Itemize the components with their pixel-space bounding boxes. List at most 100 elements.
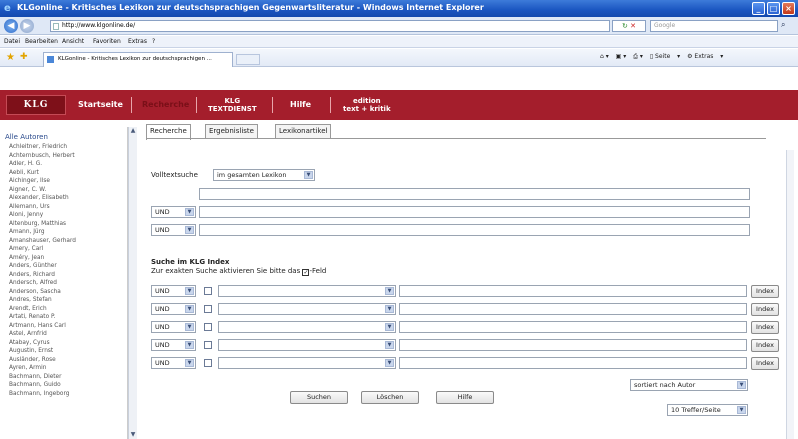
- author-item[interactable]: Adler, H. G.: [9, 160, 119, 169]
- operator-select[interactable]: UND ▼: [151, 339, 196, 351]
- extras-menu[interactable]: ⚙ Extras ▾: [687, 53, 723, 60]
- index-field-select[interactable]: ▼: [218, 321, 396, 333]
- nav-startseite[interactable]: Startseite: [78, 90, 123, 120]
- index-button[interactable]: Index: [751, 303, 779, 316]
- search-icon[interactable]: ⌕: [781, 20, 785, 30]
- feeds-icon[interactable]: ▣ ▾: [616, 53, 627, 60]
- index-field-select[interactable]: ▼: [218, 357, 396, 369]
- author-item[interactable]: Aloni, Jenny: [9, 211, 119, 220]
- author-item[interactable]: Améry, Jean: [9, 254, 119, 263]
- nav-textdienst[interactable]: KLG TEXTDIENST: [208, 90, 257, 120]
- index-button[interactable]: Index: [751, 285, 779, 298]
- author-item[interactable]: Ausländer, Rose: [9, 356, 119, 365]
- author-item[interactable]: Ayren, Armin: [9, 364, 119, 373]
- author-item[interactable]: Atabay, Cyrus: [9, 339, 119, 348]
- author-list-scrollbar[interactable]: ▲ ▼: [128, 127, 137, 439]
- operator-select[interactable]: UND ▼: [151, 224, 196, 236]
- index-button[interactable]: Index: [751, 357, 779, 370]
- author-item[interactable]: Aebli, Kurt: [9, 169, 119, 178]
- address-input[interactable]: http://www.klgonline.de/: [50, 20, 610, 32]
- author-item[interactable]: Anders, Richard: [9, 271, 119, 280]
- refresh-icon[interactable]: ↻: [622, 22, 628, 30]
- exact-checkbox[interactable]: [204, 305, 212, 313]
- tab-ergebnisliste[interactable]: Ergebnisliste: [205, 124, 258, 139]
- operator-select[interactable]: UND ▼: [151, 321, 196, 333]
- menu-bearbeiten[interactable]: Bearbeiten: [25, 38, 58, 45]
- index-term-input[interactable]: [399, 321, 747, 333]
- add-favorite-icon[interactable]: ✚: [20, 52, 28, 62]
- author-item[interactable]: Allemann, Urs: [9, 203, 119, 212]
- author-item[interactable]: Artati, Renato P.: [9, 313, 119, 322]
- nav-edition[interactable]: edition text + kritik: [343, 90, 391, 120]
- nav-hilfe[interactable]: Hilfe: [290, 90, 311, 120]
- back-button[interactable]: ◀: [4, 19, 18, 33]
- author-item[interactable]: Arendt, Erich: [9, 305, 119, 314]
- author-item[interactable]: Amery, Carl: [9, 245, 119, 254]
- home-icon[interactable]: ⌂ ▾: [600, 53, 609, 60]
- volltext-input-1[interactable]: [199, 188, 750, 200]
- clear-button[interactable]: Löschen: [361, 391, 419, 404]
- volltext-scope-select[interactable]: im gesamten Lexikon ▼: [213, 169, 315, 181]
- index-field-select[interactable]: ▼: [218, 339, 396, 351]
- scroll-up-icon[interactable]: ▲: [129, 127, 137, 135]
- search-input[interactable]: Google: [650, 20, 778, 32]
- author-item[interactable]: Bachmann, Dieter: [9, 373, 119, 382]
- menu-help[interactable]: ?: [152, 38, 155, 45]
- index-button[interactable]: Index: [751, 321, 779, 334]
- index-field-select[interactable]: ▼: [218, 303, 396, 315]
- search-button[interactable]: Suchen: [290, 391, 348, 404]
- tab-lexikonartikel[interactable]: Lexikonartikel: [275, 124, 332, 139]
- minimize-button[interactable]: _: [752, 2, 765, 15]
- close-window-button[interactable]: ×: [782, 2, 795, 15]
- scroll-down-icon[interactable]: ▼: [129, 431, 137, 439]
- stop-icon[interactable]: ✕: [630, 22, 636, 30]
- menu-datei[interactable]: Datei: [4, 38, 20, 45]
- author-item[interactable]: Amanshauser, Gerhard: [9, 237, 119, 246]
- operator-select[interactable]: UND ▼: [151, 303, 196, 315]
- operator-select[interactable]: UND ▼: [151, 285, 196, 297]
- author-item[interactable]: Bachmann, Guido: [9, 381, 119, 390]
- nav-recherche[interactable]: Recherche: [142, 90, 189, 120]
- author-item[interactable]: Altenburg, Matthias: [9, 220, 119, 229]
- exact-checkbox[interactable]: [204, 287, 212, 295]
- author-item[interactable]: Alexander, Elisabeth: [9, 194, 119, 203]
- author-item[interactable]: Andersch, Alfred: [9, 279, 119, 288]
- per-page-select[interactable]: 10 Treffer/Seite ▼: [667, 404, 748, 416]
- author-item[interactable]: Augustin, Ernst: [9, 347, 119, 356]
- author-item[interactable]: Bachmann, Ingeborg: [9, 390, 119, 399]
- author-item[interactable]: Achternbusch, Herbert: [9, 152, 119, 161]
- author-item[interactable]: Anders, Günther: [9, 262, 119, 271]
- help-button[interactable]: Hilfe: [436, 391, 494, 404]
- favorites-star-icon[interactable]: ★: [6, 52, 15, 63]
- klg-logo[interactable]: KLG: [6, 95, 66, 115]
- operator-select[interactable]: UND ▼: [151, 357, 196, 369]
- author-item[interactable]: Aigner, C. W.: [9, 186, 119, 195]
- all-authors-link[interactable]: Alle Autoren: [5, 133, 48, 141]
- browser-tab[interactable]: KLGonline - Kritisches Lexikon zur deuts…: [43, 52, 233, 67]
- maximize-button[interactable]: □: [767, 2, 780, 15]
- author-item[interactable]: Amann, Jürg: [9, 228, 119, 237]
- author-item[interactable]: Anderson, Sascha: [9, 288, 119, 297]
- author-item[interactable]: Artmann, Hans Carl: [9, 322, 119, 331]
- volltext-input-2[interactable]: [199, 206, 750, 218]
- index-button[interactable]: Index: [751, 339, 779, 352]
- page-menu[interactable]: ▯ Seite ▾: [650, 53, 680, 60]
- index-field-select[interactable]: ▼: [218, 285, 396, 297]
- menu-favoriten[interactable]: Favoriten: [93, 38, 121, 45]
- volltext-input-3[interactable]: [199, 224, 750, 236]
- index-term-input[interactable]: [399, 357, 747, 369]
- operator-select[interactable]: UND ▼: [151, 206, 196, 218]
- author-item[interactable]: Aichinger, Ilse: [9, 177, 119, 186]
- sort-select[interactable]: sortiert nach Autor ▼: [630, 379, 748, 391]
- author-item[interactable]: Achleitner, Friedrich: [9, 143, 119, 152]
- menu-ansicht[interactable]: Ansicht: [62, 38, 84, 45]
- new-tab-button[interactable]: [236, 54, 260, 65]
- menu-extras[interactable]: Extras: [128, 38, 147, 45]
- exact-checkbox[interactable]: [204, 323, 212, 331]
- exact-checkbox[interactable]: [204, 359, 212, 367]
- exact-checkbox[interactable]: [204, 341, 212, 349]
- index-term-input[interactable]: [399, 339, 747, 351]
- author-item[interactable]: Andres, Stefan: [9, 296, 119, 305]
- author-item[interactable]: Astel, Arnfrid: [9, 330, 119, 339]
- content-scrollbar[interactable]: [786, 150, 794, 439]
